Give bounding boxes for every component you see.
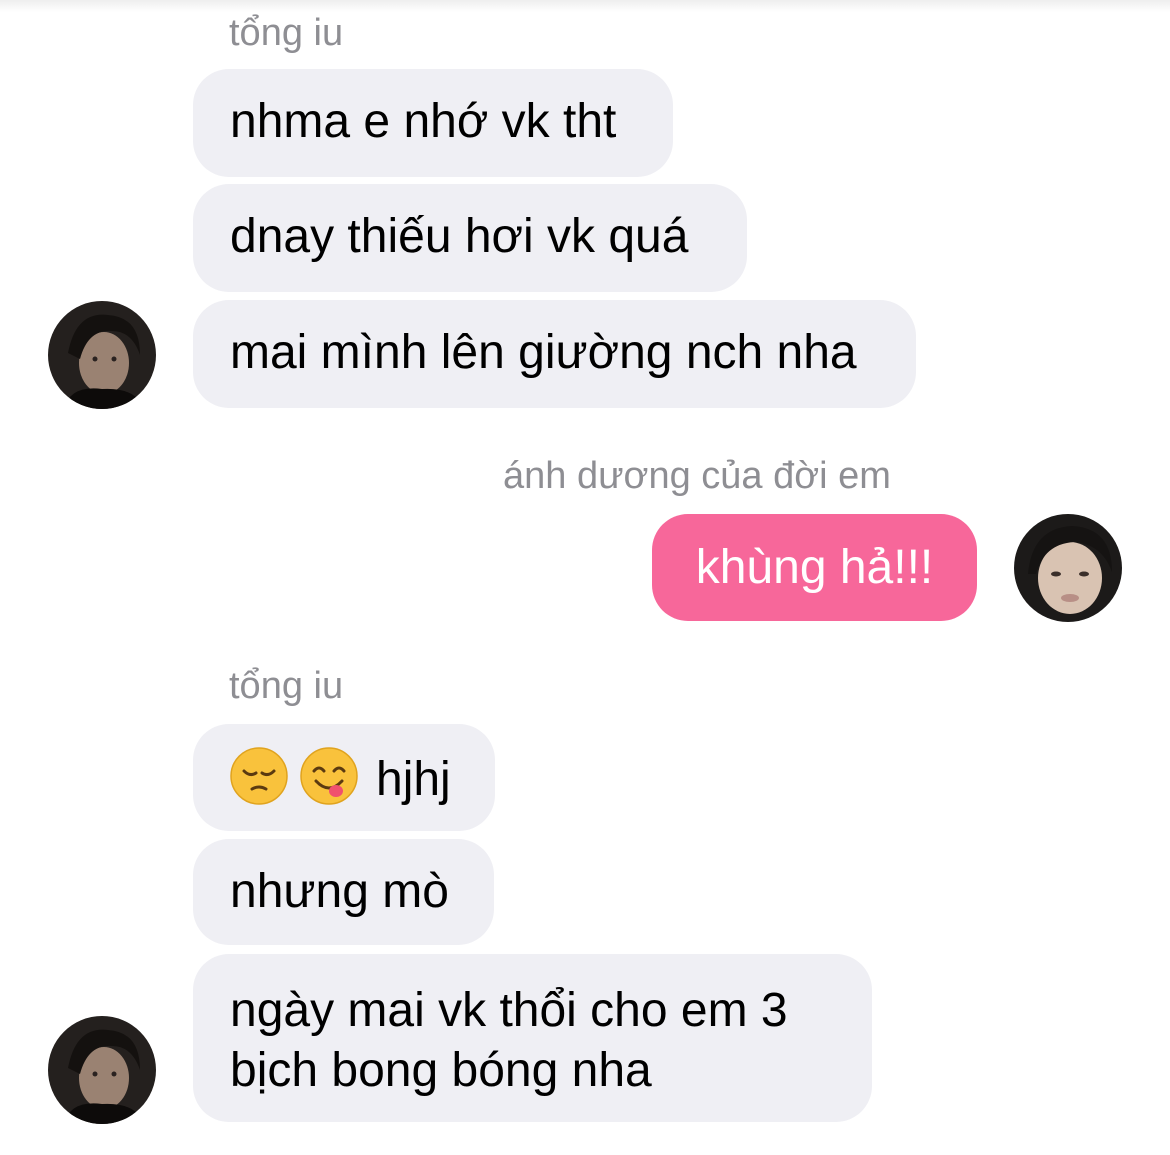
message-text: hjhj — [376, 753, 451, 806]
message-bubble-incoming[interactable]: dnay thiếu hơi vk quá — [193, 184, 747, 292]
message-bubble-outgoing[interactable]: khùng hả!!! — [652, 514, 977, 621]
avatar-photo-icon — [48, 1016, 156, 1124]
message-bubble-incoming[interactable]: nhưng mò — [193, 839, 494, 945]
message-bubble-incoming[interactable]: nhma e nhớ vk tht — [193, 69, 673, 177]
top-edge-shadow — [0, 0, 1170, 12]
avatar-photo-icon — [48, 301, 156, 409]
contact-avatar[interactable] — [48, 1016, 156, 1124]
sender-name: ánh dương của đời em — [503, 455, 891, 497]
message-bubble-incoming[interactable]: hjhj — [193, 724, 495, 831]
pensive-face-icon — [230, 747, 288, 805]
avatar-photo-icon — [1014, 514, 1122, 622]
face-savoring-food-icon — [300, 747, 358, 805]
message-bubble-incoming[interactable]: ngày mai vk thổi cho em 3 bịch bong bóng… — [193, 954, 872, 1122]
sender-name: tổng iu — [229, 665, 344, 707]
sender-name: tổng iu — [229, 12, 344, 54]
message-bubble-incoming[interactable]: mai mình lên giường nch nha — [193, 300, 916, 408]
own-avatar[interactable] — [1014, 514, 1122, 622]
contact-avatar[interactable] — [48, 301, 156, 409]
